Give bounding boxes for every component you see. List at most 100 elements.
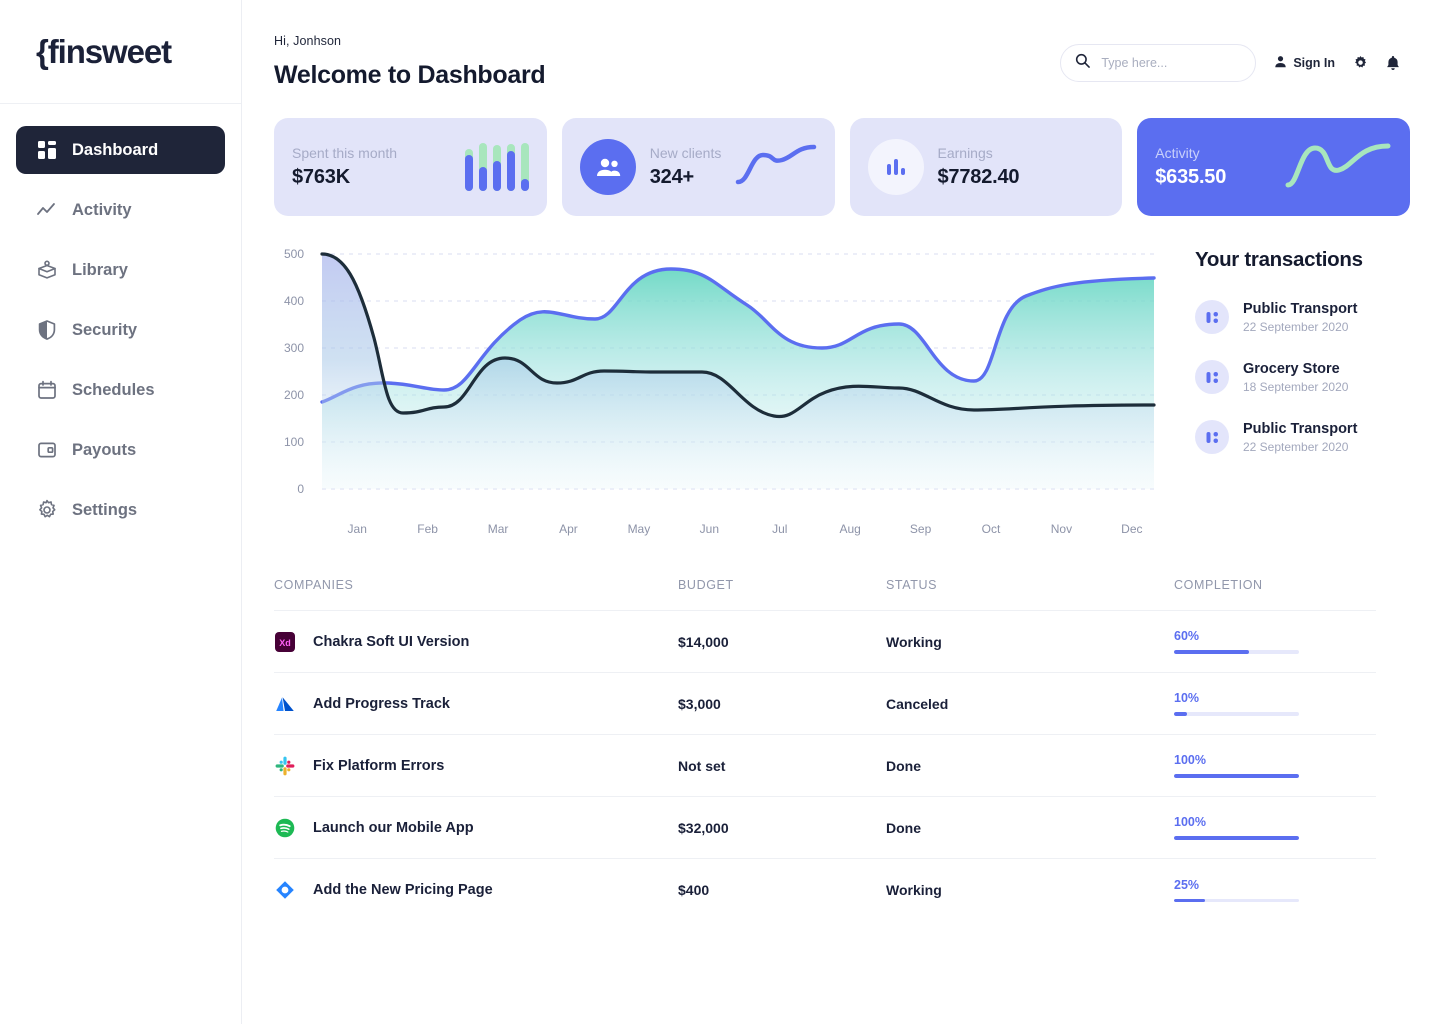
- library-icon: [36, 259, 58, 281]
- atlassian-icon: [274, 693, 296, 715]
- search-input[interactable]: [1101, 56, 1242, 70]
- completion-pct: 100%: [1174, 815, 1206, 830]
- stat-card-activity[interactable]: Activity $635.50: [1137, 118, 1410, 216]
- company-name: Chakra Soft UI Version: [313, 633, 470, 650]
- x-axis-tick: Sep: [909, 522, 932, 536]
- brand-logo[interactable]: {finsweet: [0, 0, 241, 104]
- sidebar-nav: Dashboard Activity Library Security Sche…: [0, 104, 241, 534]
- dashboard-app: {finsweet Dashboard Activity Library Sec…: [0, 0, 1440, 1024]
- sign-in-label: Sign In: [1293, 56, 1335, 70]
- budget-cell: $400: [678, 882, 710, 898]
- y-axis-tick: 400: [283, 294, 304, 308]
- progress-bar: [1174, 650, 1299, 654]
- grid-icon: [36, 139, 58, 161]
- column-header-companies: COMPANIES: [274, 578, 354, 592]
- y-axis-tick: 100: [283, 435, 304, 449]
- stat-card-earnings[interactable]: Earnings $7782.40: [849, 118, 1123, 216]
- y-axis-tick: 0: [297, 482, 304, 496]
- sidebar-item-label: Security: [72, 320, 138, 339]
- sidebar-item-dashboard[interactable]: Dashboard: [16, 126, 225, 174]
- settings-gear-icon[interactable]: [1353, 55, 1368, 71]
- company-cell: Add Progress Track: [274, 693, 678, 715]
- person-icon: [1274, 55, 1287, 71]
- budget-cell: $14,000: [678, 633, 729, 650]
- sidebar-item-activity[interactable]: Activity: [16, 186, 225, 234]
- mini-wave-blue-icon: [735, 143, 817, 191]
- status-cell: Canceled: [886, 695, 949, 712]
- adobe-xd-icon: Xd: [274, 631, 296, 653]
- x-axis-tick: Nov: [1050, 522, 1073, 536]
- x-axis-tick: May: [627, 522, 651, 536]
- completion-cell: 10%: [1174, 691, 1376, 716]
- slack-icon: [274, 755, 296, 777]
- notifications-bell-icon[interactable]: [1386, 55, 1400, 71]
- progress-bar: [1174, 712, 1299, 716]
- page-title: Welcome to Dashboard: [274, 61, 546, 89]
- status-cell: Working: [886, 633, 942, 650]
- x-axis: Jan Feb Mar Apr May Jun Jul Aug Sep Oct …: [322, 522, 1167, 536]
- wallet-icon: [36, 439, 58, 461]
- main-content: Hi, Jonhson Welcome to Dashboard Sign In: [242, 0, 1440, 1024]
- table-row[interactable]: Launch our Mobile App $32,000 Done 100%: [274, 797, 1376, 859]
- progress-bar: [1174, 836, 1299, 840]
- stat-label: Activity: [1155, 145, 1200, 161]
- spotify-icon: [274, 817, 296, 839]
- completion-pct: 25%: [1174, 877, 1200, 892]
- company-name: Add Progress Track: [313, 695, 450, 712]
- company-cell: Launch our Mobile App: [274, 817, 678, 839]
- transactions-panel: Your transactions Public Transport 22 Se…: [1169, 238, 1410, 536]
- sidebar-item-security[interactable]: Security: [16, 306, 225, 354]
- calendar-icon: [36, 379, 58, 401]
- sign-in-button[interactable]: Sign In: [1274, 55, 1335, 71]
- search-icon: [1075, 53, 1091, 73]
- transaction-item[interactable]: Public Transport 22 September 2020: [1195, 300, 1410, 334]
- chart-canvas: [320, 252, 1156, 490]
- brand-name: {finsweet: [36, 32, 172, 70]
- budget-cell: Not set: [678, 757, 726, 774]
- search-box[interactable]: [1060, 44, 1257, 82]
- x-axis-tick: Mar: [487, 522, 509, 536]
- company-cell: Xd Chakra Soft UI Version: [274, 631, 678, 653]
- stat-card-spent[interactable]: Spent this month $763K: [274, 118, 547, 216]
- table-row[interactable]: Xd Chakra Soft UI Version $14,000 Workin…: [274, 611, 1376, 673]
- completion-pct: 100%: [1174, 753, 1206, 768]
- company-name: Launch our Mobile App: [313, 819, 474, 836]
- sidebar-item-library[interactable]: Library: [16, 246, 225, 294]
- table-row[interactable]: Add the New Pricing Page $400 Working 25…: [274, 859, 1376, 921]
- completion-cell: 100%: [1174, 753, 1376, 778]
- table-body: Xd Chakra Soft UI Version $14,000 Workin…: [274, 611, 1376, 921]
- bar-chart-icon: [867, 139, 924, 195]
- transaction-item[interactable]: Grocery Store 18 September 2020: [1195, 360, 1410, 394]
- stat-value: $7782.40: [937, 166, 1020, 188]
- y-axis-tick: 200: [283, 388, 304, 402]
- company-name: Add the New Pricing Page: [313, 882, 493, 898]
- shield-icon: [36, 319, 58, 341]
- progress-bar: [1174, 898, 1299, 903]
- x-axis-tick: Oct: [981, 522, 1001, 536]
- stat-card-new-clients[interactable]: New clients 324+: [561, 118, 835, 216]
- transport-icon: [1195, 360, 1229, 394]
- projects-table: COMPANIES BUDGET STATUS COMPLETION Xd Ch…: [242, 536, 1440, 921]
- status-cell: Working: [886, 882, 942, 898]
- trend-line-icon: [36, 199, 58, 221]
- topbar-actions: Sign In: [1060, 34, 1400, 82]
- transaction-item[interactable]: Public Transport 22 September 2020: [1195, 420, 1410, 454]
- sidebar-item-label: Activity: [72, 200, 132, 219]
- transaction-name: Public Transport: [1243, 420, 1358, 437]
- x-axis-tick: Aug: [839, 522, 861, 536]
- company-cell: Fix Platform Errors: [274, 755, 678, 777]
- table-row[interactable]: Add Progress Track $3,000 Canceled 10%: [274, 673, 1376, 735]
- stat-text: Spent this month $763K: [292, 145, 463, 189]
- column-header-completion: COMPLETION: [1174, 578, 1263, 592]
- sidebar-item-schedules[interactable]: Schedules: [16, 366, 225, 414]
- sidebar-item-settings[interactable]: Settings: [16, 486, 225, 534]
- column-header-budget: BUDGET: [678, 578, 734, 592]
- sidebar-item-payouts[interactable]: Payouts: [16, 426, 225, 474]
- sidebar-item-label: Schedules: [72, 380, 155, 399]
- gear-icon: [36, 499, 58, 521]
- stat-label: Spent this month: [292, 145, 398, 161]
- svg-text:Xd: Xd: [279, 638, 291, 648]
- company-cell: Add the New Pricing Page: [274, 879, 678, 901]
- budget-cell: $32,000: [678, 819, 729, 836]
- table-row[interactable]: Fix Platform Errors Not set Done 100%: [274, 735, 1376, 797]
